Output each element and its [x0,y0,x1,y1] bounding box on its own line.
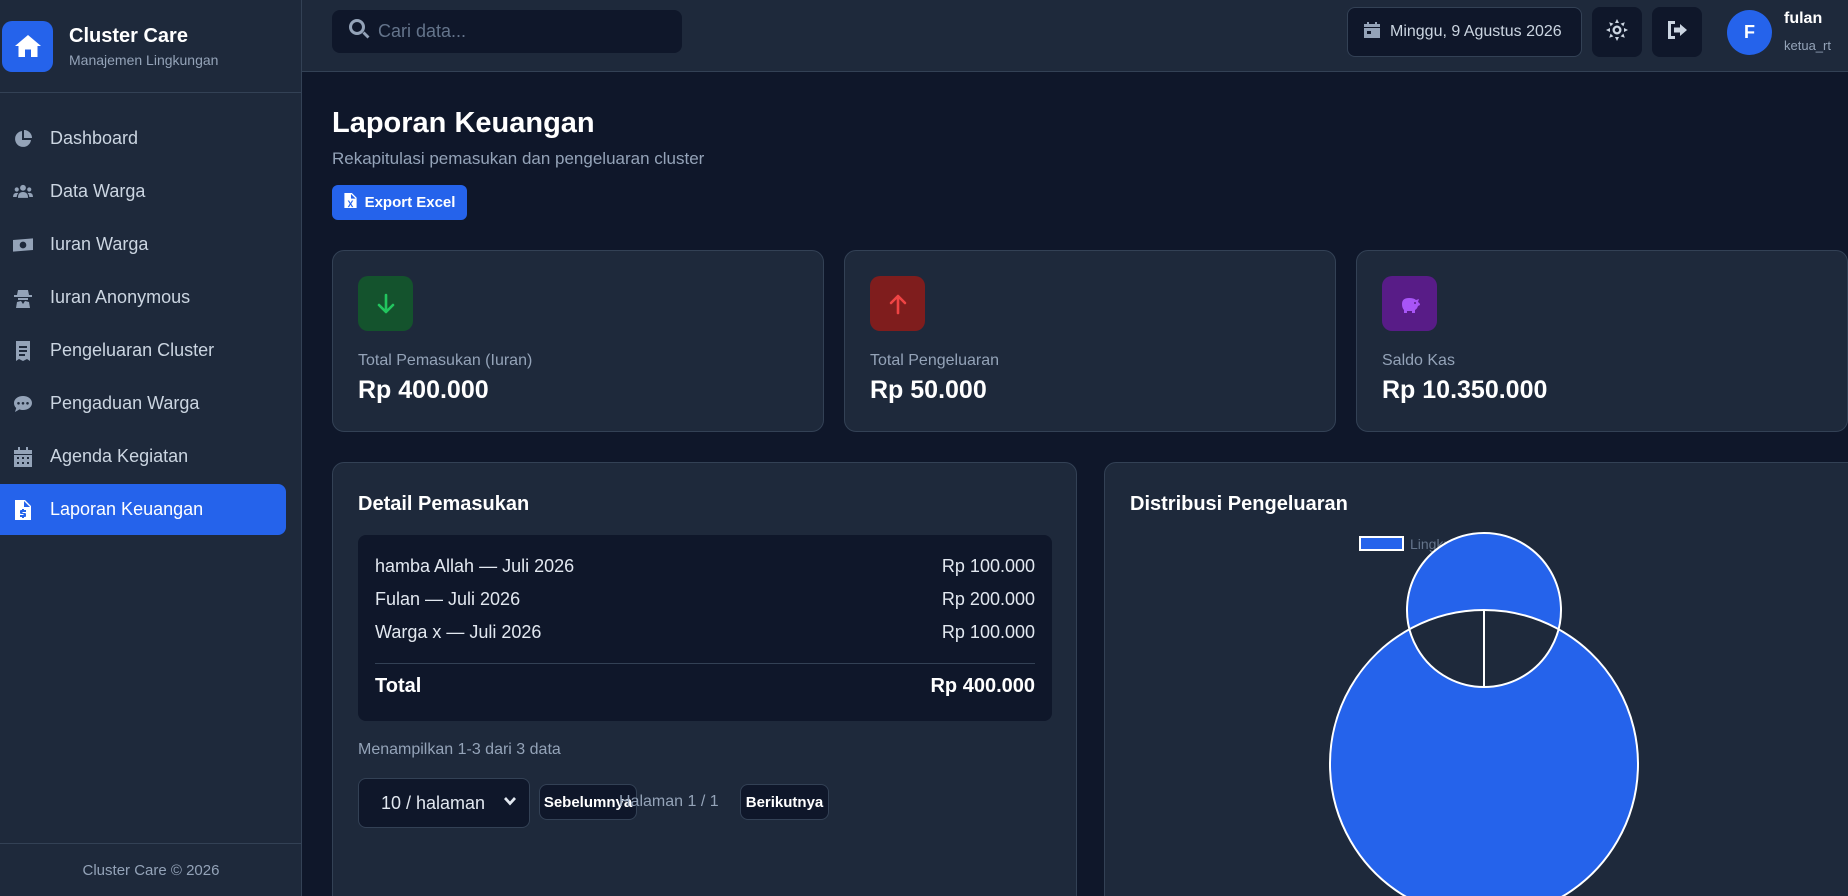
home-icon[interactable] [2,20,53,72]
sidebar-item-data-warga[interactable]: Data Warga [0,166,286,217]
piggy-bank-icon [1382,276,1437,331]
sidebar-footer: Cluster Care © 2026 [0,843,302,896]
list-item: Warga x — Juli 2026 Rp 100.000 [375,622,1035,643]
arrow-up-icon [870,276,925,331]
sidebar-item-label: Dashboard [50,128,139,148]
income-name: Fulan — Juli 2026 [375,589,521,609]
chevron-down-icon [503,793,517,814]
stat-value: Rp 50.000 [870,376,987,404]
donut-slice-lingkungan[interactable] [1329,532,1639,896]
sidebar-nav: Dashboard Data Warga Iuran Warga Iuran A… [0,113,301,535]
chart-pie-icon [12,128,34,150]
sidebar-item-pengaduan-warga[interactable]: Pengaduan Warga [0,378,286,429]
sidebar-item-label: Pengeluaran Cluster [50,340,215,360]
stat-card-income: Total Pemasukan (Iuran) Rp 400.000 [332,250,824,432]
income-amount: Rp 100.000 [941,556,1035,576]
page-subtitle: Rekapitulasi pemasukan dan pengeluaran c… [332,149,705,168]
main-content: Laporan Keuangan Rekapitulasi pemasukan … [302,72,1848,896]
date-display: Minggu, 9 Agustus 2026 [1347,7,1582,57]
search-input[interactable] [378,21,668,42]
logout-button[interactable] [1652,7,1702,57]
page-title: Laporan Keuangan [332,107,595,139]
arrow-down-icon [358,276,413,331]
sign-out-icon [1666,19,1688,46]
sidebar-item-laporan-keuangan[interactable]: Laporan Keuangan [0,484,286,535]
file-invoice-icon [12,499,34,521]
sidebar-item-label: Laporan Keuangan [50,499,204,519]
page-info: Halaman 1 / 1 [619,793,719,810]
stat-label: Total Pemasukan (Iuran) [358,352,533,369]
comments-icon [12,393,34,415]
income-name: Warga x — Juli 2026 [375,622,542,642]
total-row: Total Rp 400.000 [375,675,1035,698]
user-secret-icon [12,287,34,309]
stat-value: Rp 10.350.000 [1382,376,1548,404]
sidebar: Cluster Care Manajemen Lingkungan Dashbo… [0,0,302,896]
sidebar-item-label: Iuran Warga [50,234,149,254]
divider [375,663,1035,664]
income-amount: Rp 100.000 [941,622,1035,642]
user-role: ketua_rt [1784,38,1831,53]
topbar: Minggu, 9 Agustus 2026 F fulan ketua_rt [302,0,1848,72]
total-label: Total [375,675,422,697]
export-excel-button[interactable]: Export Excel [332,185,467,220]
list-item: Fulan — Juli 2026 Rp 200.000 [375,589,1035,610]
file-excel-icon [343,193,365,212]
search-icon [348,18,370,45]
legend-swatch [1359,536,1404,551]
sidebar-item-iuran-anonymous[interactable]: Iuran Anonymous [0,272,286,323]
stat-value: Rp 400.000 [358,376,489,404]
stat-card-balance: Saldo Kas Rp 10.350.000 [1356,250,1848,432]
sidebar-item-agenda-kegiatan[interactable]: Agenda Kegiatan [0,431,286,482]
list-item: hamba Allah — Juli 2026 Rp 100.000 [375,556,1035,577]
users-icon [12,181,34,203]
calendar-icon [12,446,34,468]
panel-title: Detail Pemasukan [358,493,530,515]
sidebar-item-label: Agenda Kegiatan [50,446,189,466]
sidebar-item-label: Iuran Anonymous [50,287,191,307]
sidebar-item-label: Data Warga [50,181,146,201]
sidebar-item-pengeluaran-cluster[interactable]: Pengeluaran Cluster [0,325,286,376]
receipt-icon [12,340,34,362]
export-label: Export Excel [364,194,456,211]
avatar[interactable]: F [1727,10,1772,55]
user-name: fulan [1784,10,1823,27]
stat-card-expense: Total Pengeluaran Rp 50.000 [844,250,1336,432]
calendar-icon [1364,21,1390,43]
income-name: hamba Allah — Juli 2026 [375,556,575,576]
income-amount: Rp 200.000 [941,589,1035,609]
money-bill-icon [12,234,34,256]
total-value: Rp 400.000 [930,675,1035,697]
income-list: hamba Allah — Juli 2026 Rp 100.000 Fulan… [358,535,1052,721]
per-page-value: 10 / halaman [381,792,486,813]
theme-toggle-button[interactable] [1592,7,1642,57]
sidebar-item-label: Pengaduan Warga [50,393,200,413]
pagination-summary: Menampilkan 1-3 dari 3 data [358,741,561,758]
income-detail-panel: Detail Pemasukan hamba Allah — Juli 2026… [332,462,1077,896]
date-text: Minggu, 9 Agustus 2026 [1390,23,1562,40]
brand-subtitle: Manajemen Lingkungan [69,51,219,68]
brand-title: Cluster Care [69,24,188,47]
brand: Cluster Care Manajemen Lingkungan [0,0,301,93]
next-page-button[interactable]: Berikutnya [740,784,829,820]
per-page-select[interactable]: 10 / halaman [358,778,530,828]
search-box[interactable] [332,10,682,53]
sidebar-item-iuran-warga[interactable]: Iuran Warga [0,219,286,270]
stat-label: Total Pengeluaran [870,352,999,369]
panel-title: Distribusi Pengeluaran [1130,493,1348,515]
sun-icon [1606,18,1628,46]
sidebar-item-dashboard[interactable]: Dashboard [0,113,286,164]
stat-label: Saldo Kas [1382,352,1455,369]
expense-donut-chart: Lingkungan [1329,532,1639,896]
